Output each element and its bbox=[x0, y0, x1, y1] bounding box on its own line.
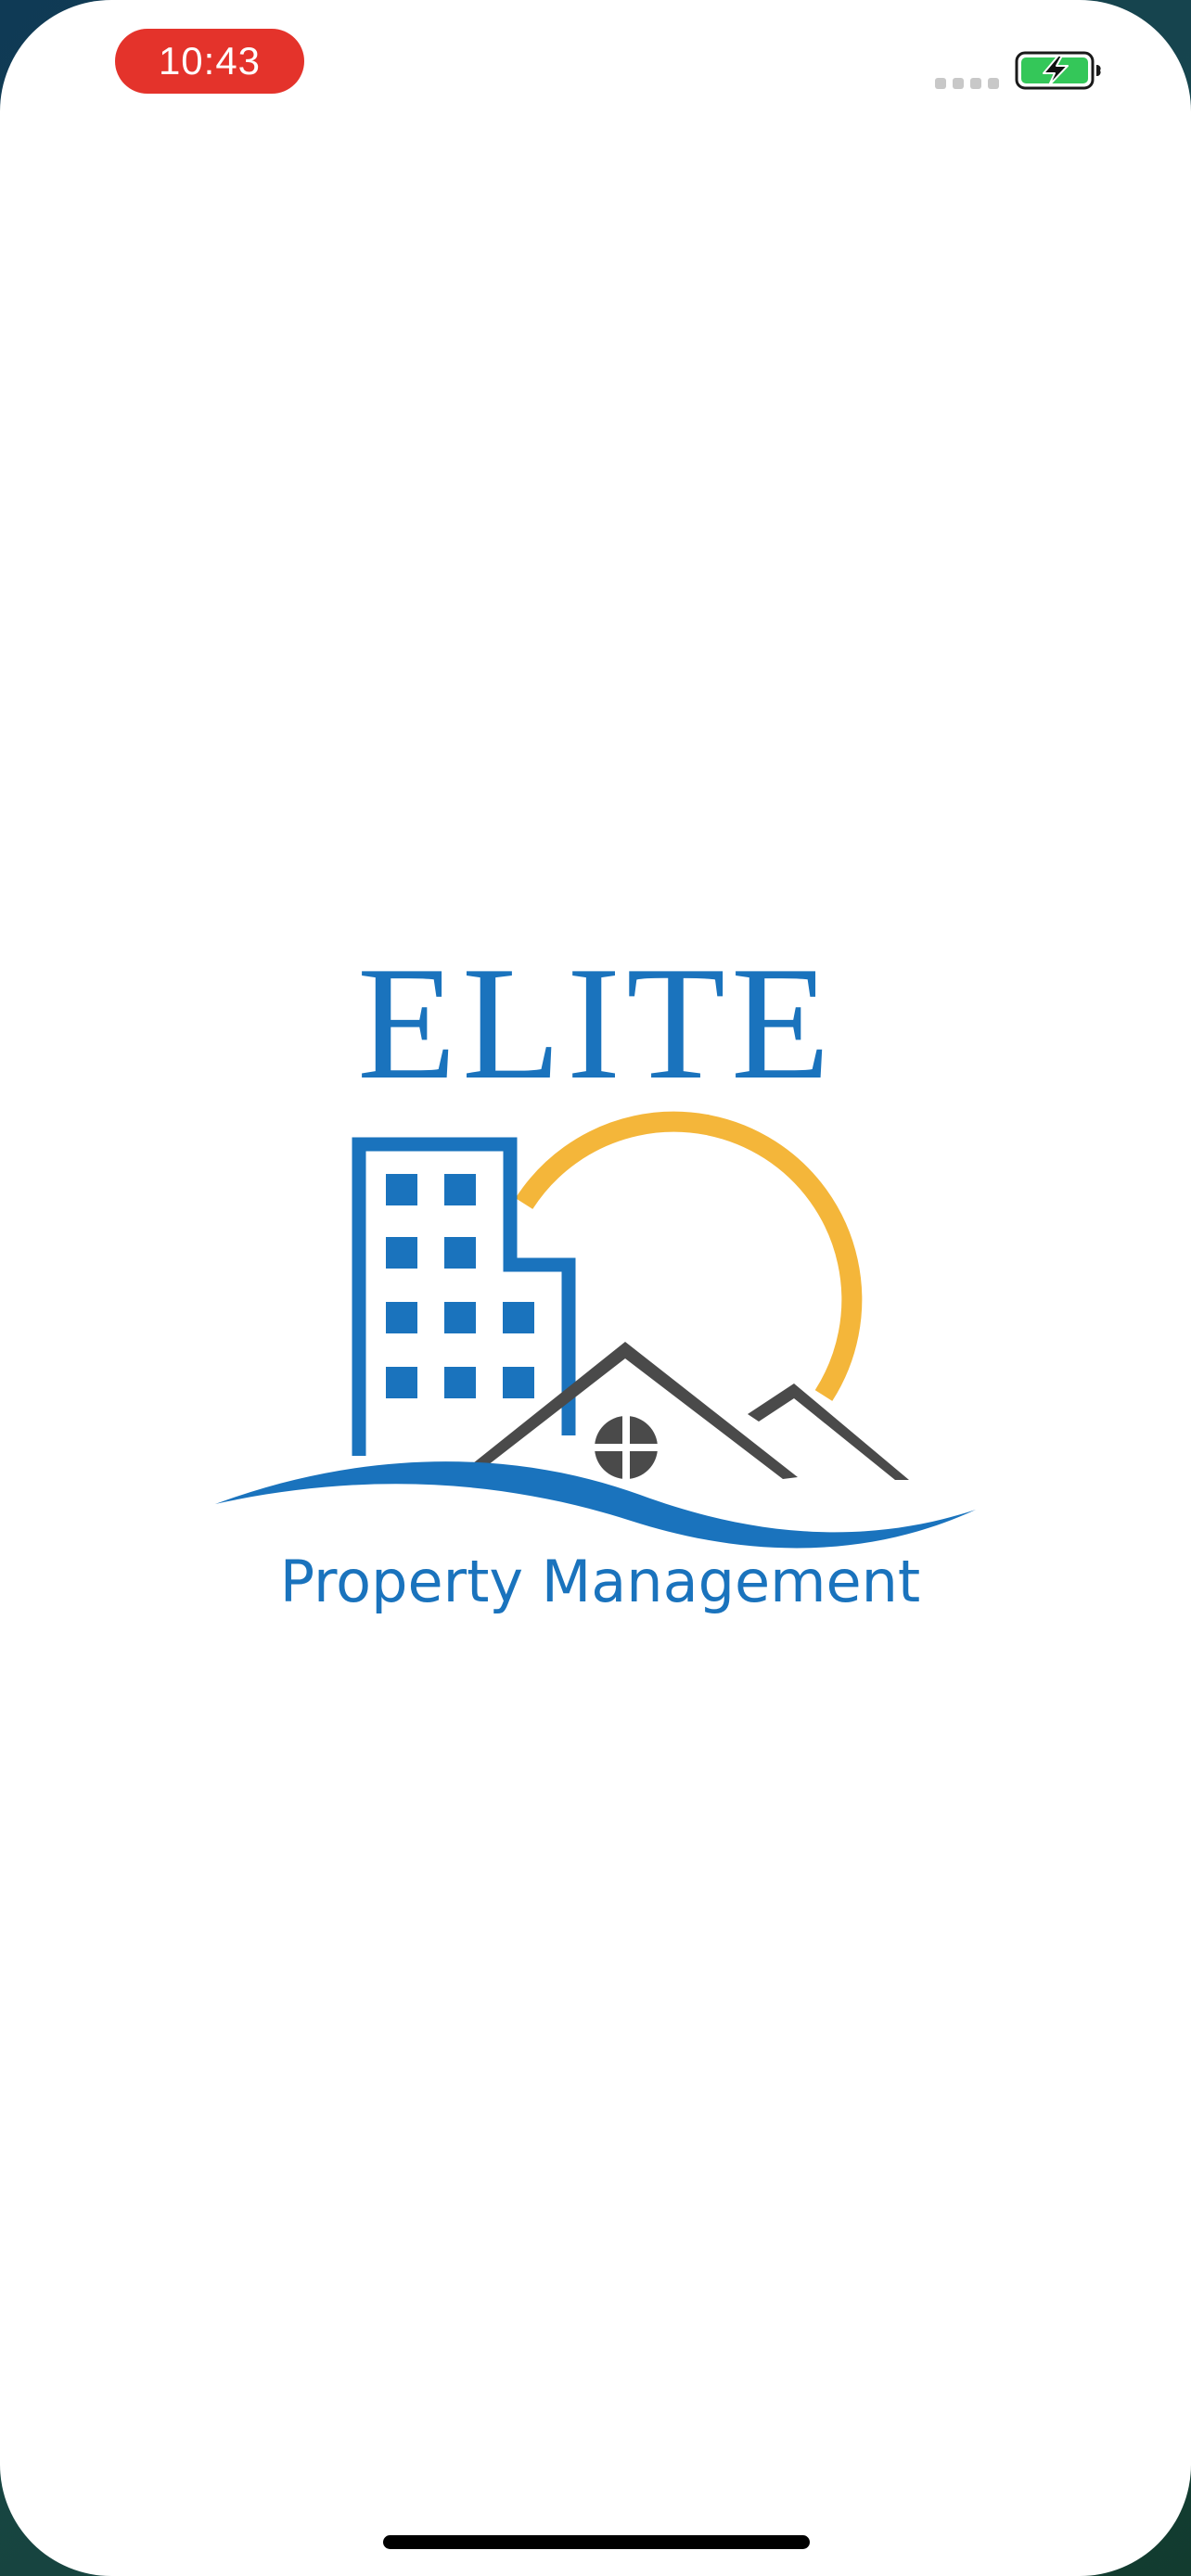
battery-charging-icon bbox=[1015, 51, 1104, 90]
logo-subtitle: Property Management bbox=[280, 1548, 920, 1615]
wave-icon bbox=[215, 1461, 976, 1549]
cellular-signal-icon bbox=[935, 78, 1000, 89]
home-indicator[interactable] bbox=[383, 2535, 810, 2549]
elite-logo: ELITE Property Management bbox=[204, 927, 992, 1641]
logo-svg: ELITE Property Management bbox=[215, 933, 976, 1615]
battery-svg bbox=[1015, 51, 1101, 90]
logo-title: ELITE bbox=[357, 933, 836, 1113]
screen: 10:43 ELITE Property Management bbox=[0, 0, 1191, 2576]
device-frame: 10:43 ELITE Property Management bbox=[0, 0, 1191, 2576]
status-time[interactable]: 10:43 bbox=[115, 29, 304, 94]
round-window-icon bbox=[595, 1416, 658, 1479]
